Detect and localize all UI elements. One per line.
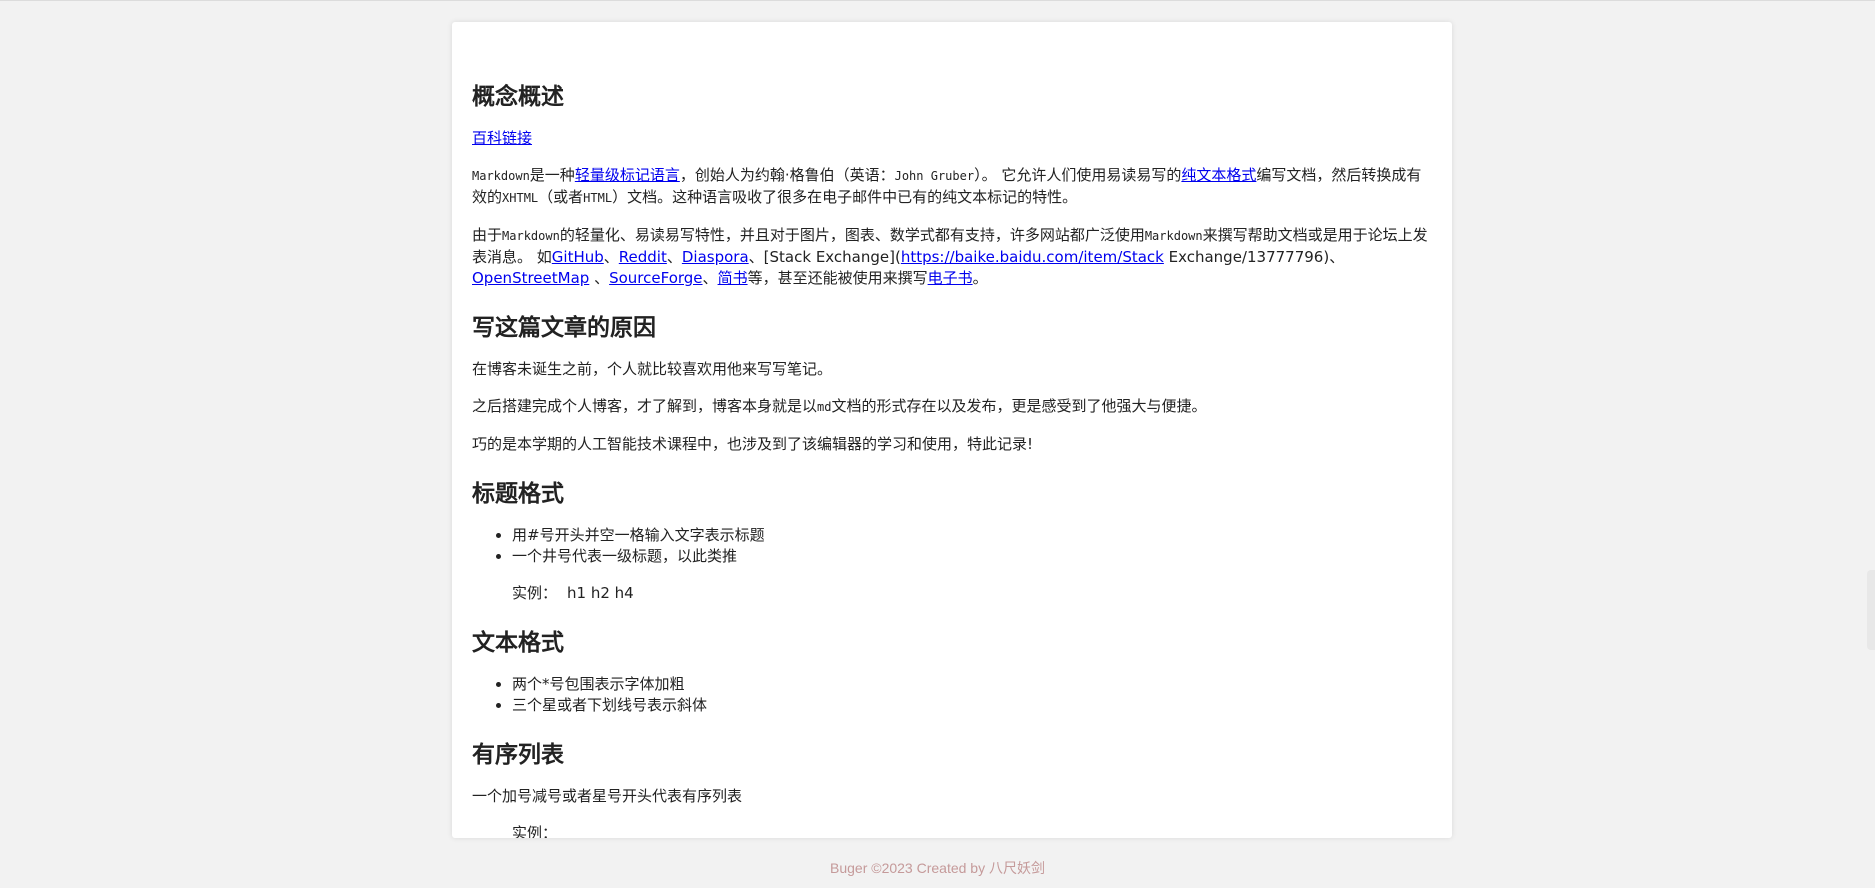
section-title-text-format: 文本格式	[472, 630, 564, 656]
ordered-list-example: 实例：	[512, 824, 558, 838]
top-border	[0, 0, 1875, 1]
link-jianshu[interactable]: 简书	[718, 269, 748, 287]
footer-text: Buger ©2023 Created by 八尺妖剑	[830, 860, 1045, 876]
list-item: 一个井号代表一级标题，以此类推	[512, 546, 1432, 567]
link-ebook[interactable]: 电子书	[928, 269, 973, 287]
link-github[interactable]: GitHub	[552, 248, 604, 266]
link-baike-stack-exchange[interactable]: https://baike.baidu.com/item/Stack	[901, 248, 1164, 266]
ordered-list-paragraph: 一个加号减号或者星号开头代表有序列表	[472, 787, 743, 805]
text-format-list: 两个*号包围表示字体加粗 三个星或者下划线号表示斜体	[472, 674, 1432, 716]
link-sourceforge[interactable]: SourceForge	[609, 269, 702, 287]
section-title-reason: 写这篇文章的原因	[472, 315, 656, 341]
reason-paragraph-1: 在博客未诞生之前，个人就比较喜欢用他来写写笔记。	[472, 360, 833, 378]
link-openstreetmap[interactable]: OpenStreetMap	[472, 269, 589, 287]
link-plain-text[interactable]: 纯文本格式	[1181, 166, 1256, 184]
section-title-ordered-list: 有序列表	[472, 742, 564, 768]
link-lightweight-markup[interactable]: 轻量级标记语言	[575, 166, 680, 184]
link-reddit[interactable]: Reddit	[619, 248, 667, 266]
list-item: 三个星或者下划线号表示斜体	[512, 695, 1432, 716]
concept-paragraph-1: Markdown是一种轻量级标记语言，创始人为约翰·格鲁伯（英语：John Gr…	[472, 166, 1422, 206]
concept-paragraph-2: 由于Markdown的轻量化、易读易写特性，并且对于图片，图表、数学式都有支持，…	[472, 226, 1428, 287]
baike-link[interactable]: 百科链接	[472, 129, 532, 147]
heading-format-list: 用#号开头并空一格输入文字表示标题 一个井号代表一级标题，以此类推	[472, 525, 1432, 567]
heading-format-example: 实例： h1 h2 h4	[512, 584, 634, 602]
article-card: 概念概述 百科链接 Markdown是一种轻量级标记语言，创始人为约翰·格鲁伯（…	[452, 22, 1452, 838]
list-item: 两个*号包围表示字体加粗	[512, 674, 1432, 695]
link-diaspora[interactable]: Diaspora	[682, 248, 749, 266]
section-title-concept: 概念概述	[472, 84, 564, 110]
section-title-heading-format: 标题格式	[472, 481, 564, 507]
reason-paragraph-3: 巧的是本学期的人工智能技术课程中，也涉及到了该编辑器的学习和使用，特此记录!	[472, 435, 1034, 453]
list-item: 用#号开头并空一格输入文字表示标题	[512, 525, 1432, 546]
scroll-handle[interactable]	[1867, 570, 1875, 650]
reason-paragraph-2: 之后搭建完成个人博客，才了解到，博客本身就是以md文档的形式存在以及发布，更是感…	[472, 397, 1207, 415]
